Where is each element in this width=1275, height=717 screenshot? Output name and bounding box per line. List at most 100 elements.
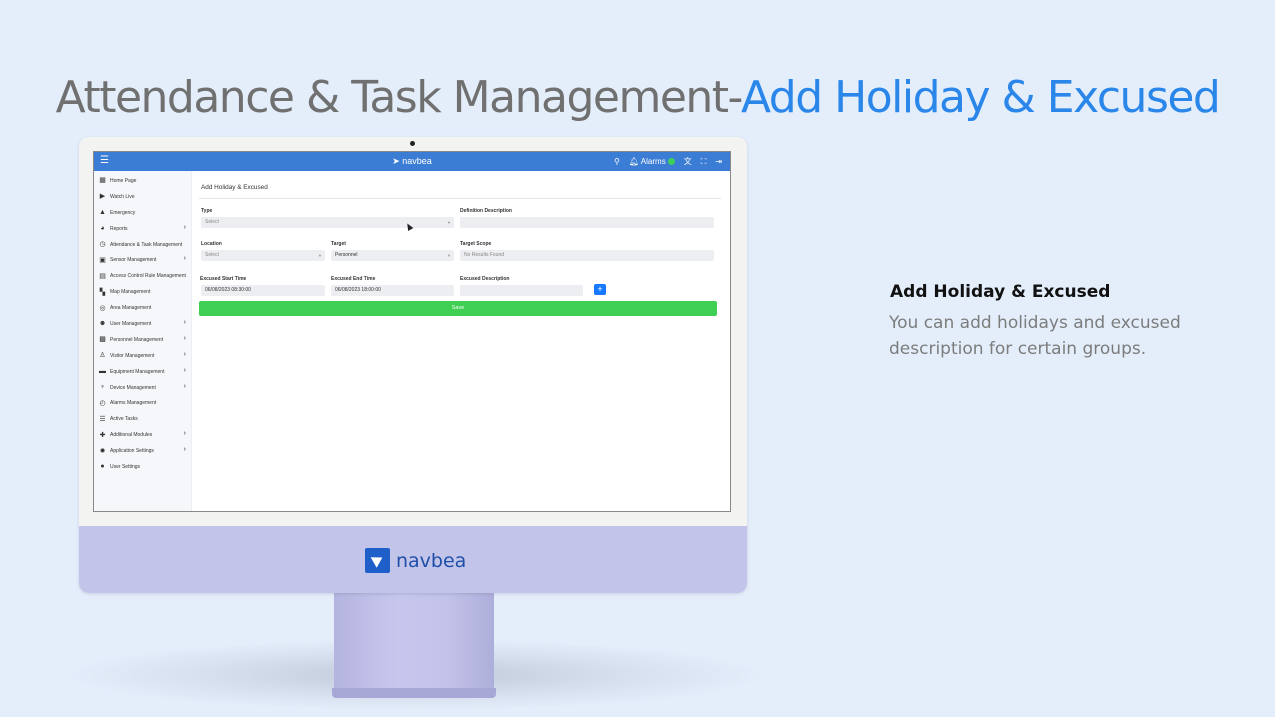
chevron-right-icon: › bbox=[183, 430, 186, 438]
sidebar-item[interactable]: ◎ Area Management bbox=[94, 300, 191, 316]
excused-start-time-label: Excused Start Time bbox=[200, 276, 247, 282]
excused-end-time-label: Excused End Time bbox=[331, 276, 376, 282]
location-select-value: Select bbox=[205, 252, 219, 258]
navbea-logo-icon: ➤ bbox=[392, 156, 400, 166]
sidebar-item-label: Active Tasks bbox=[110, 416, 138, 423]
type-label: Type bbox=[201, 208, 213, 214]
target-select[interactable]: Personnel ▼ bbox=[331, 250, 454, 261]
logout-icon[interactable]: ⇥ bbox=[715, 157, 722, 166]
main-content: Add Holiday & Excused Type Select ▼ Defi… bbox=[192, 171, 730, 511]
visitor-icon: ♙ bbox=[99, 352, 106, 360]
sensor-icon: ▣ bbox=[99, 256, 106, 264]
camera-dot bbox=[410, 141, 415, 146]
definition-description-input[interactable] bbox=[460, 217, 714, 228]
target-scope-value: No Results Found bbox=[464, 252, 505, 258]
sidebar-item[interactable]: ◕ Reports › bbox=[94, 221, 191, 237]
sidebar-item-label: Personnel Management bbox=[110, 336, 164, 343]
list-icon: ☰ bbox=[99, 415, 106, 423]
chevron-right-icon: › bbox=[183, 382, 186, 390]
sidebar-item[interactable]: ♙ Visitor Management › bbox=[94, 348, 191, 364]
fullscreen-icon[interactable]: ⛶ bbox=[701, 157, 707, 167]
sidebar-item[interactable]: ✚ Additional Modules › bbox=[94, 427, 191, 443]
video-icon: ▶ bbox=[99, 193, 106, 201]
chevron-right-icon: › bbox=[183, 446, 186, 454]
sidebar-item-label: Additional Modules bbox=[110, 432, 153, 439]
location-select[interactable]: Select ▼ bbox=[201, 250, 325, 261]
headline: Attendance & Task Management-Add Holiday… bbox=[0, 72, 1275, 123]
monitor-stand bbox=[334, 592, 494, 692]
badge-icon: ▤ bbox=[99, 272, 106, 280]
target-scope-select[interactable]: No Results Found bbox=[460, 250, 714, 261]
excused-start-time-input[interactable]: 06/08/2023 08:30:00 bbox=[201, 285, 325, 296]
sidebar-item-label: Visitor Management bbox=[110, 352, 155, 359]
chevron-right-icon: › bbox=[183, 319, 186, 327]
monitor-stand-foot bbox=[332, 688, 496, 698]
sidebar-item[interactable]: ▣ Sensor Management › bbox=[94, 252, 191, 268]
sidebar-item[interactable]: ▤ Access Control Rule Management bbox=[94, 268, 191, 284]
monitor: ☰ ➤ navbea ⚲ 🔔︎ Alarms 文 ⛶ ⇥ ▦ Home Page ▶… bbox=[79, 137, 747, 593]
sidebar-item-label: Equipment Management bbox=[110, 368, 165, 375]
sidebar-item[interactable]: ◴ Alarms Management bbox=[94, 395, 191, 411]
sidebar-item[interactable]: ♆ Device Management › bbox=[94, 380, 191, 396]
sidebar-item[interactable]: ▲ Emergency bbox=[94, 205, 191, 221]
antenna-icon: ♆ bbox=[99, 384, 106, 392]
alarms-button[interactable]: 🔔︎ Alarms bbox=[629, 157, 675, 166]
sidebar-item[interactable]: ▦ Home Page bbox=[94, 173, 191, 189]
sidebar-item[interactable]: ◷ Attendance & Task Management bbox=[94, 237, 191, 253]
excused-description-label: Excused Description bbox=[460, 276, 510, 282]
sidebar-item-label: Alarms Management bbox=[110, 400, 157, 407]
chevron-down-icon: ▼ bbox=[318, 253, 322, 258]
translate-icon[interactable]: 文 bbox=[684, 156, 692, 167]
truck-icon: ▬ bbox=[99, 368, 106, 376]
sidebar: ▦ Home Page ▶ Watch Live ▲ Emergency ◕ Reports ›… bbox=[94, 171, 192, 511]
excused-end-time-input[interactable]: 06/08/2023 18:00:00 bbox=[331, 285, 454, 296]
definition-description-label: Definition Description bbox=[460, 208, 512, 214]
info-description-line-2: description for certain groups. bbox=[889, 339, 1147, 359]
location-label: Location bbox=[201, 241, 222, 247]
navbea-mark-icon bbox=[365, 548, 390, 573]
sidebar-item-label: Access Control Rule Management bbox=[110, 273, 186, 280]
alarms-label: Alarms bbox=[640, 157, 666, 166]
chevron-right-icon: › bbox=[183, 223, 186, 231]
map-icon: ▚ bbox=[99, 288, 106, 296]
target-scope-label: Target Scope bbox=[460, 241, 492, 247]
sidebar-item-label: User Management bbox=[110, 320, 152, 327]
sidebar-item[interactable]: ▶ Watch Live bbox=[94, 189, 191, 205]
headline-primary: Attendance & Task Management- bbox=[55, 72, 743, 123]
pie-chart-icon: ◕ bbox=[100, 225, 105, 233]
area-icon: ◎ bbox=[99, 304, 106, 312]
puzzle-icon: ✚ bbox=[99, 431, 106, 439]
sidebar-item-label: Map Management bbox=[110, 289, 151, 296]
app-topbar: ☰ ➤ navbea ⚲ 🔔︎ Alarms 文 ⛶ ⇥ bbox=[94, 152, 730, 171]
monitor-logo: navbea bbox=[365, 548, 466, 573]
chevron-right-icon: › bbox=[183, 255, 186, 263]
alarm-clock-icon: ◴ bbox=[99, 399, 106, 407]
sidebar-item-label: Application Settings bbox=[110, 448, 154, 455]
add-description-button[interactable]: + bbox=[594, 284, 606, 295]
sidebar-item-label: User Settings bbox=[110, 463, 141, 470]
info-description-line-1: You can add holidays and excused bbox=[889, 313, 1181, 333]
sidebar-item[interactable]: ▬ Equipment Management › bbox=[94, 364, 191, 380]
info-description: You can add holidays and excused descrip… bbox=[889, 310, 1229, 362]
sidebar-item[interactable]: ● User Settings bbox=[94, 459, 191, 475]
app-brand-text: navbea bbox=[402, 156, 432, 166]
sidebar-item-label: Device Management bbox=[110, 384, 156, 391]
sidebar-item-label: Sensor Management bbox=[110, 257, 157, 264]
search-icon[interactable]: ⚲ bbox=[614, 157, 620, 166]
excused-description-input[interactable] bbox=[460, 285, 583, 296]
sidebar-item[interactable]: ✹ Application Settings › bbox=[94, 443, 191, 459]
sidebar-item-label: Reports bbox=[110, 225, 128, 232]
save-button[interactable]: Save bbox=[199, 301, 717, 316]
sidebar-item[interactable]: ▚ Map Management bbox=[94, 284, 191, 300]
sidebar-item[interactable]: ☻ User Management › bbox=[94, 316, 191, 332]
bell-icon: 🔔︎ bbox=[628, 157, 640, 166]
page-title: Add Holiday & Excused bbox=[201, 184, 268, 191]
sidebar-item[interactable]: ☰ Active Tasks bbox=[94, 411, 191, 427]
monitor-chin: navbea bbox=[79, 526, 747, 593]
target-label: Target bbox=[331, 241, 346, 247]
sidebar-item[interactable]: ▩ Personnel Management › bbox=[94, 332, 191, 348]
grid-icon: ▦ bbox=[99, 177, 106, 185]
chevron-right-icon: › bbox=[183, 350, 186, 358]
type-select[interactable]: Select ▼ bbox=[201, 217, 454, 228]
sidebar-item-label: Emergency bbox=[110, 209, 136, 216]
